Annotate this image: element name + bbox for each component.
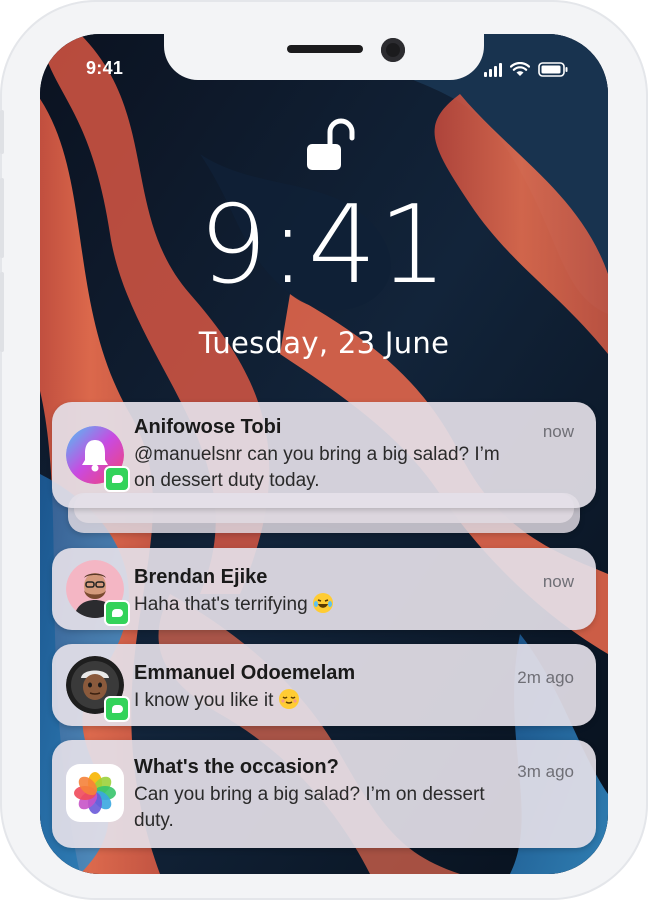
notification-title: Brendan Ejike (134, 566, 268, 588)
messages-icon (104, 600, 130, 626)
battery-icon (538, 62, 568, 77)
side-button-volume-up (0, 178, 4, 258)
wifi-icon (510, 62, 530, 77)
notification-time: 2m ago (517, 668, 574, 687)
notification-body-line: I know you like it (134, 690, 274, 711)
notification-body-line: duty. (134, 810, 174, 831)
front-camera (381, 38, 405, 62)
notification-title: What's the occasion? (134, 756, 339, 778)
laughing-tears-emoji (312, 593, 333, 613)
notification-title: Anifowose Tobi (134, 416, 282, 438)
lock-screen-clock: 9:41 (198, 183, 450, 308)
notification-time: now (542, 422, 574, 441)
relieved-face-emoji (278, 689, 299, 709)
notification-card[interactable]: Emmanuel Odoemelam 2m ago I know you lik… (52, 644, 596, 726)
messages-icon (104, 466, 130, 492)
notification-body: @manuelsnr can you bring a big salad? I’… (134, 442, 574, 494)
notification-body: I know you like it (134, 688, 574, 714)
status-bar-time: 9:41 (86, 58, 124, 78)
notification-time: now (542, 572, 574, 591)
status-bar-icons (484, 62, 568, 77)
notification-body-line: Can you bring a big salad? I’m on desser… (134, 784, 485, 805)
notification-body: Haha that's terrifying (134, 592, 574, 618)
side-button-volume-down (0, 272, 4, 352)
notification-body-line: @manuelsnr can you bring a big salad? I’… (134, 444, 500, 465)
notch (164, 34, 484, 80)
lock-screen: 9:41 9:41 Tuesday, 23 June Anifowose Tob… (40, 34, 608, 874)
side-button-mute (0, 110, 4, 154)
notification-body-line: on dessert duty today. (134, 470, 320, 491)
notification-card[interactable]: What's the occasion? 3m ago Can you brin… (52, 740, 596, 848)
messages-icon (104, 696, 130, 722)
notification-body: Can you bring a big salad? I’m on desser… (134, 782, 574, 834)
notification-body-line: Haha that's terrifying (134, 594, 308, 615)
notification-card[interactable]: Anifowose Tobi now @manuelsnr can you br… (52, 402, 596, 508)
speaker-grille (287, 45, 363, 53)
notification-time: 3m ago (517, 762, 574, 781)
lock-screen-date: Tuesday, 23 June (198, 326, 450, 360)
notification-card[interactable]: Brendan Ejike now Haha that's terrifying (52, 548, 596, 630)
notification-title: Emmanuel Odoemelam (134, 662, 356, 684)
photos-app-icon (66, 764, 124, 822)
cellular-signal-icon (484, 62, 502, 77)
unlocked-padlock-icon (303, 116, 361, 179)
